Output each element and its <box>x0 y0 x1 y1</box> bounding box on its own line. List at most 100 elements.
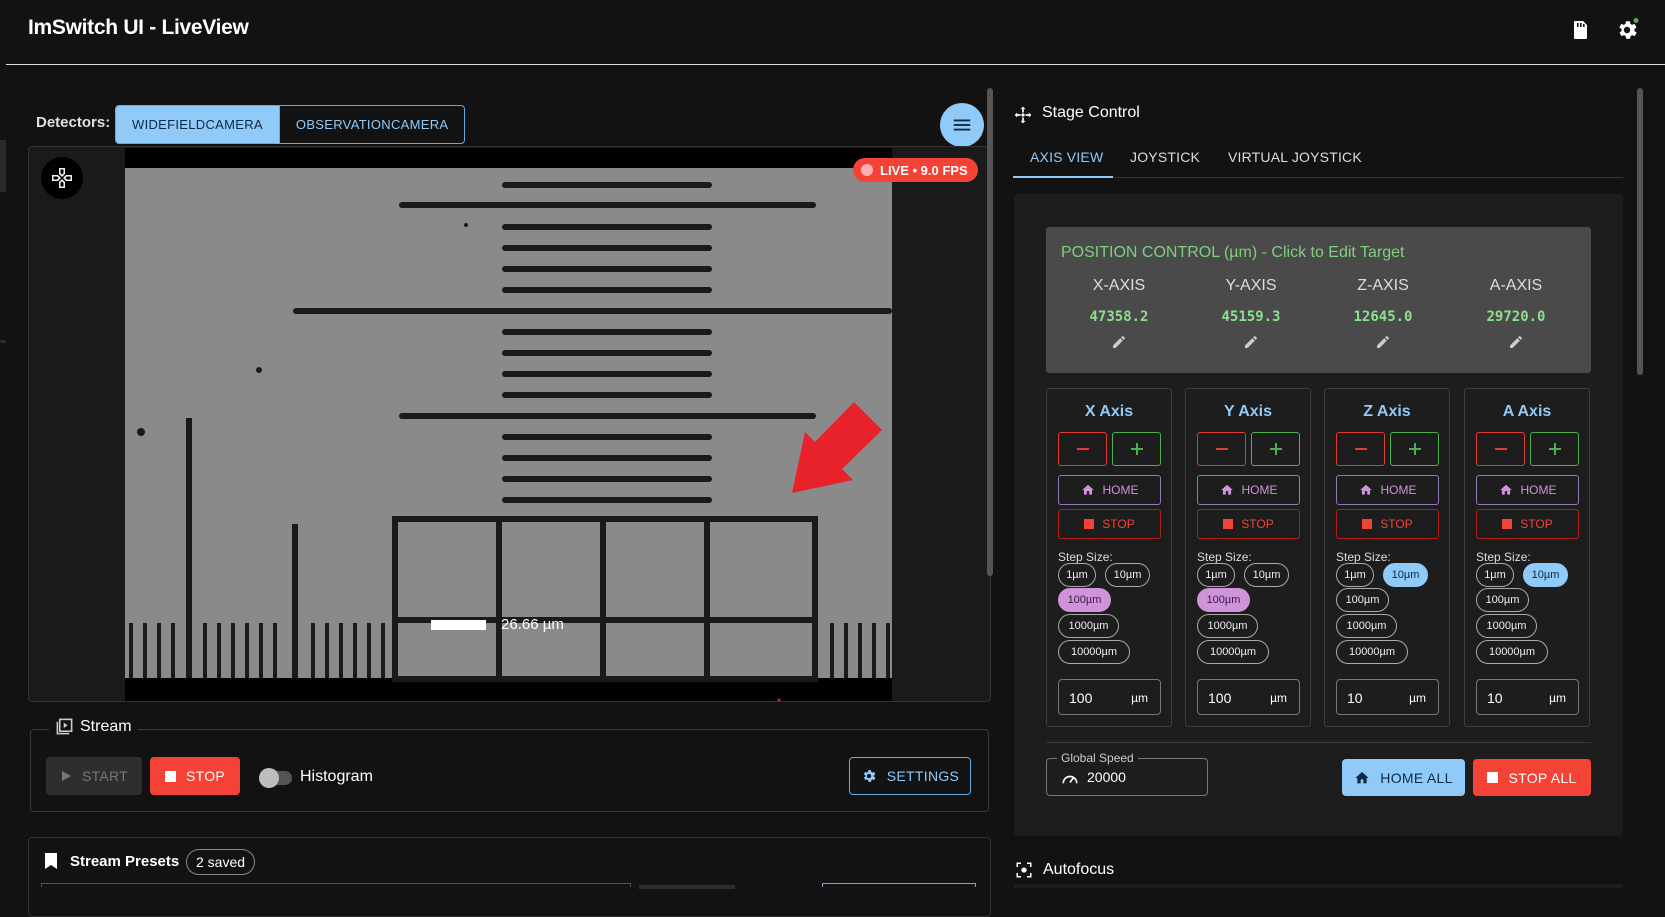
axis-home-button[interactable]: HOME <box>1476 475 1579 505</box>
stage-control-title: Stage Control <box>1042 104 1140 121</box>
position-axis-name: Z-AXIS <box>1357 277 1409 294</box>
home-icon <box>1220 484 1233 495</box>
position-control-title: POSITION CONTROL (µm) - Click to Edit Ta… <box>1061 244 1405 261</box>
step-size-chip[interactable]: 100µm <box>1476 588 1529 612</box>
step-size-chip[interactable]: 100µm <box>1336 588 1389 612</box>
settings-gear-icon[interactable] <box>1615 18 1639 42</box>
position-value[interactable]: 29720.0 <box>1456 309 1576 325</box>
axis-decrement-button[interactable] <box>1058 432 1107 466</box>
stop-icon <box>1223 519 1234 529</box>
move-arrows-icon <box>1014 106 1032 124</box>
position-control-card: POSITION CONTROL (µm) - Click to Edit Ta… <box>1046 227 1591 373</box>
stream-start-label: START <box>81 768 129 784</box>
pencil-icon[interactable] <box>1243 334 1259 350</box>
step-size-chip[interactable]: 10000µm <box>1476 640 1548 664</box>
axis-card-z-axis: Z Axis HOME STOP Step Size: 1µm 10µm 100µm 1000… <box>1324 388 1450 727</box>
step-size-chip[interactable]: 1µm <box>1197 563 1235 587</box>
stage-tabs: AXIS VIEW JOYSTICK VIRTUAL JOYSTICK <box>1013 136 1623 178</box>
step-size-chip[interactable]: 10000µm <box>1336 640 1408 664</box>
step-size-chip[interactable]: 10µm <box>1105 563 1150 587</box>
axis-home-button[interactable]: HOME <box>1336 475 1439 505</box>
axis-increment-button[interactable] <box>1251 432 1300 466</box>
axis-increment-button[interactable] <box>1530 432 1579 466</box>
home-all-button[interactable]: HOME ALL <box>1342 759 1465 796</box>
step-value: 100 <box>1069 690 1093 706</box>
position-value[interactable]: 47358.2 <box>1059 309 1179 325</box>
stream-stop-button[interactable]: STOP <box>150 757 240 795</box>
axis-decrement-button[interactable] <box>1476 432 1525 466</box>
pencil-icon[interactable] <box>1508 334 1524 350</box>
step-size-chip[interactable]: 1µm <box>1058 563 1096 587</box>
pencil-icon[interactable] <box>1111 334 1127 350</box>
autofocus-header[interactable]: Autofocus <box>1015 861 1114 879</box>
position-value[interactable]: 12645.0 <box>1323 309 1443 325</box>
axis-increment-button[interactable] <box>1112 432 1161 466</box>
step-size-chip[interactable]: 1000µm <box>1476 614 1537 638</box>
axis-card-a-axis: A Axis HOME STOP Step Size: 1µm 10µm 100µm 1000… <box>1464 388 1590 727</box>
stop-all-button[interactable]: STOP ALL <box>1473 759 1591 796</box>
axis-decrement-button[interactable] <box>1336 432 1385 466</box>
step-size-chip[interactable]: 10000µm <box>1058 640 1130 664</box>
axis-home-button[interactable]: HOME <box>1197 475 1300 505</box>
axis-stop-button[interactable]: STOP <box>1058 509 1161 539</box>
step-value: 100 <box>1208 690 1232 706</box>
step-value-input[interactable]: 10 µm <box>1476 679 1579 715</box>
axis-stop-button[interactable]: STOP <box>1336 509 1439 539</box>
gear-icon <box>863 770 876 782</box>
step-size-chip[interactable]: 10µm <box>1523 563 1568 587</box>
preset-manage-button[interactable] <box>822 883 976 887</box>
stream-settings-button[interactable]: SETTINGS <box>849 757 971 795</box>
axis-home-label: HOME <box>1241 483 1278 497</box>
right-scrollbar[interactable] <box>1637 88 1643 375</box>
global-speed-label: Global Speed <box>1057 751 1138 765</box>
step-unit: µm <box>1409 691 1426 705</box>
step-size-chip[interactable]: 1µm <box>1336 563 1374 587</box>
stop-all-label: STOP ALL <box>1508 769 1577 786</box>
step-size-chip[interactable]: 1000µm <box>1058 614 1119 638</box>
step-size-chip[interactable]: 10µm <box>1244 563 1289 587</box>
step-size-chip[interactable]: 10000µm <box>1197 640 1269 664</box>
detectors-label: Detectors: <box>36 114 111 131</box>
step-value-input[interactable]: 100 µm <box>1197 679 1300 715</box>
axis-home-button[interactable]: HOME <box>1058 475 1161 505</box>
step-size-chip[interactable]: 1000µm <box>1197 614 1258 638</box>
preset-name-input[interactable] <box>41 883 631 887</box>
step-value-input[interactable]: 100 µm <box>1058 679 1161 715</box>
autofocus-panel <box>1014 884 1623 888</box>
axis-stop-button[interactable]: STOP <box>1197 509 1300 539</box>
histogram-toggle[interactable] <box>259 768 292 788</box>
gamepad-toggle-button[interactable] <box>41 157 83 199</box>
axis-title: A Axis <box>1502 403 1552 420</box>
axis-decrement-button[interactable] <box>1197 432 1246 466</box>
axis-increment-button[interactable] <box>1390 432 1439 466</box>
detector-observationcamera-button[interactable]: OBSERVATIONCAMERA <box>278 106 464 143</box>
stop-icon <box>1487 772 1499 783</box>
autofocus-title: Autofocus <box>1043 861 1115 878</box>
step-size-chip[interactable]: 10µm <box>1383 563 1428 587</box>
active-tab-indicator <box>1013 176 1113 178</box>
tab-axis-view[interactable]: AXIS VIEW <box>1030 136 1103 178</box>
detector-widefieldcamera-button[interactable]: WIDEFIELDCAMERA <box>116 106 279 143</box>
left-scrollbar[interactable] <box>987 88 993 576</box>
axis-stop-button[interactable]: STOP <box>1476 509 1579 539</box>
step-size-chip[interactable]: 100µm <box>1058 588 1111 612</box>
axis-home-label: HOME <box>1102 483 1139 497</box>
global-speed-field[interactable]: Global Speed 20000 <box>1046 751 1208 796</box>
stop-icon <box>1084 519 1095 529</box>
tab-virtual-joystick[interactable]: VIRTUAL JOYSTICK <box>1228 136 1362 178</box>
preset-save-button[interactable] <box>639 885 735 889</box>
step-size-chip[interactable]: 1000µm <box>1336 614 1397 638</box>
camera-frame[interactable]: 26.66 µm <box>125 148 892 701</box>
position-value[interactable]: 45159.3 <box>1191 309 1311 325</box>
step-size-chip[interactable]: 100µm <box>1197 588 1250 612</box>
tab-joystick[interactable]: JOYSTICK <box>1130 136 1200 178</box>
pencil-icon[interactable] <box>1375 334 1391 350</box>
stream-start-button[interactable]: START <box>46 757 142 795</box>
step-value-input[interactable]: 10 µm <box>1336 679 1439 715</box>
axis-title: Z Axis <box>1363 403 1411 420</box>
sd-card-icon[interactable] <box>1568 18 1592 42</box>
plus-icon <box>1269 443 1282 455</box>
side-edge-mark <box>0 340 6 343</box>
step-size-chip[interactable]: 1µm <box>1476 563 1514 587</box>
menu-button[interactable] <box>940 103 984 147</box>
